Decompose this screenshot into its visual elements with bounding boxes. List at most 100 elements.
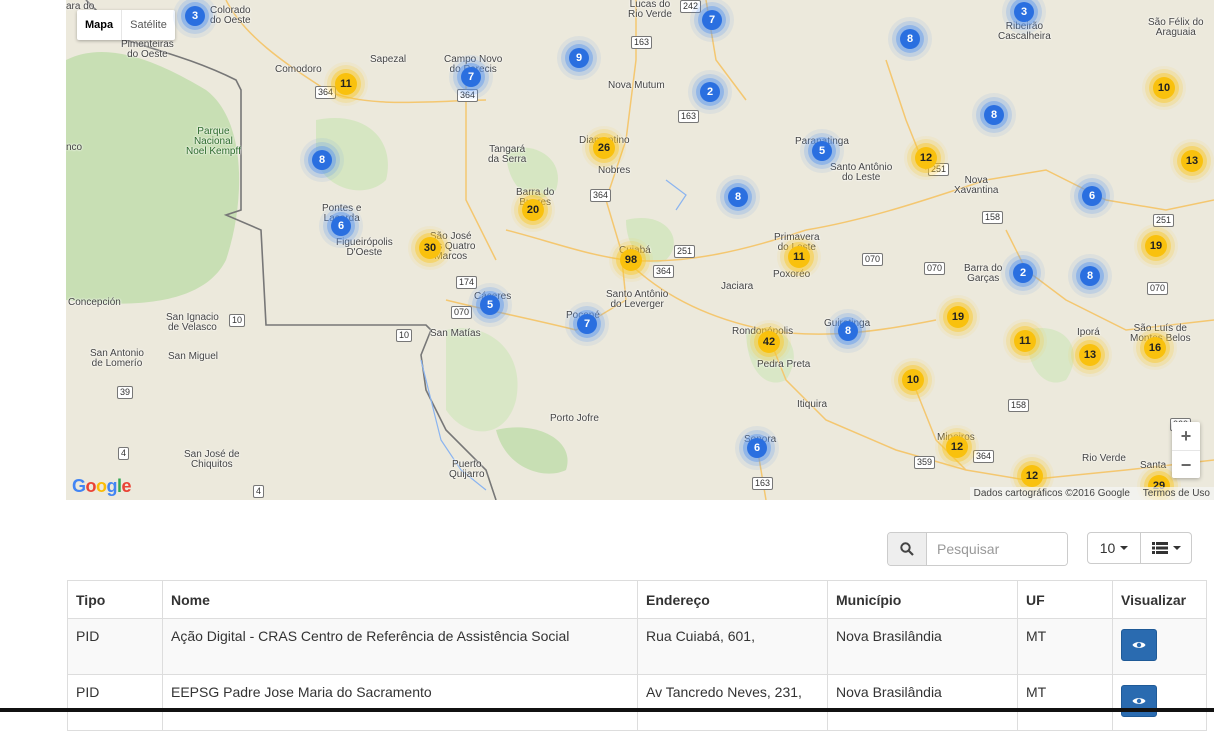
search-group: [887, 532, 1068, 566]
cluster-marker[interactable]: 20: [522, 199, 544, 221]
cluster-marker[interactable]: 6: [747, 438, 767, 458]
view-button[interactable]: [1121, 685, 1157, 717]
cluster-marker[interactable]: 19: [947, 306, 969, 328]
place-label: Rio Verde: [1082, 453, 1126, 464]
place-label: nco: [66, 142, 83, 153]
cell-endereco: Rua Cuiabá, 601,: [637, 618, 828, 675]
cell-uf: MT: [1017, 674, 1113, 731]
map-type-satellite-button[interactable]: Satélite: [121, 10, 175, 40]
cluster-marker[interactable]: 13: [1079, 344, 1101, 366]
cluster-marker[interactable]: 7: [702, 10, 722, 30]
map-type-mapa-button[interactable]: Mapa: [77, 10, 121, 40]
place-label: San Matías: [430, 328, 481, 339]
cluster-marker[interactable]: 12: [915, 147, 937, 169]
road-shield: 070: [451, 306, 473, 319]
place-label: Tangará da Serra: [488, 144, 527, 165]
road-shield: 070: [862, 253, 884, 266]
road-shield: 163: [752, 477, 774, 490]
column-header-endereco[interactable]: Endereço: [637, 580, 828, 619]
cluster-marker[interactable]: 8: [1080, 266, 1100, 286]
place-label: Nobres: [598, 165, 631, 176]
cluster-marker[interactable]: 7: [461, 67, 481, 87]
place-label: San Miguel: [168, 351, 219, 362]
table-row: PID Ação Digital - CRAS Centro de Referê…: [67, 618, 1207, 675]
road-shield: 39: [117, 386, 134, 399]
place-label: Comodoro: [275, 64, 322, 75]
road-shield: 174: [456, 276, 478, 289]
table-row: PID EEPSG Padre Jose Maria do Sacramento…: [67, 674, 1207, 731]
cell-nome: Ação Digital - CRAS Centro de Referência…: [162, 618, 638, 675]
road-shield: 364: [973, 450, 995, 463]
cluster-marker[interactable]: 12: [946, 436, 968, 458]
cluster-marker[interactable]: 26: [593, 137, 615, 159]
cluster-marker[interactable]: 11: [335, 73, 357, 95]
cluster-marker[interactable]: 11: [1014, 330, 1036, 352]
road-shield: 251: [674, 245, 696, 258]
place-label: Santo Antônio do Leste: [830, 162, 893, 183]
cluster-marker[interactable]: 3: [185, 6, 205, 26]
cluster-marker[interactable]: 9: [569, 48, 589, 68]
column-header-visualizar: Visualizar: [1112, 580, 1207, 619]
cell-visualizar: [1112, 674, 1207, 731]
cluster-marker[interactable]: 6: [1082, 186, 1102, 206]
cluster-marker[interactable]: 2: [1013, 263, 1033, 283]
road-shield: 158: [982, 211, 1004, 224]
place-label: Sapezal: [370, 54, 407, 65]
column-header-uf[interactable]: UF: [1017, 580, 1113, 619]
zoom-out-button[interactable]: −: [1172, 450, 1200, 479]
cluster-marker[interactable]: 13: [1181, 150, 1203, 172]
place-label: Concepción: [68, 297, 121, 308]
map[interactable]: Mapa Satélite Colorado do Oeste Pimentei…: [66, 0, 1214, 500]
place-label: Pedra Preta: [757, 359, 811, 370]
cell-municipio: Nova Brasilândia: [827, 618, 1018, 675]
place-label: Itiquira: [797, 399, 828, 410]
cell-endereco: Av Tancredo Neves, 231,: [637, 674, 828, 731]
place-label: Jaciara: [721, 281, 754, 292]
page-size-dropdown[interactable]: 10: [1087, 532, 1141, 564]
cluster-marker[interactable]: 30: [419, 237, 441, 259]
search-input[interactable]: [927, 533, 1067, 565]
cluster-marker[interactable]: 12: [1021, 465, 1043, 487]
columns-dropdown[interactable]: [1140, 532, 1192, 564]
place-label: Porto Jofre: [550, 413, 599, 424]
cluster-marker[interactable]: 16: [1144, 337, 1166, 359]
zoom-in-button[interactable]: +: [1172, 422, 1200, 450]
place-label: Lucas do Rio Verde: [628, 0, 672, 20]
caret-down-icon: [1120, 546, 1129, 550]
page-size-value: 10: [1099, 540, 1116, 556]
terms-link[interactable]: Termos de Uso: [1143, 488, 1210, 499]
cluster-marker[interactable]: 6: [331, 216, 351, 236]
column-header-tipo[interactable]: Tipo: [67, 580, 163, 619]
cluster-marker[interactable]: 98: [620, 249, 642, 271]
eye-icon: [1132, 698, 1146, 704]
cluster-marker[interactable]: 7: [577, 314, 597, 334]
caret-down-icon: [1172, 546, 1181, 550]
cluster-marker[interactable]: 8: [728, 187, 748, 207]
cluster-marker[interactable]: 3: [1014, 2, 1034, 22]
cell-visualizar: [1112, 618, 1207, 675]
view-button[interactable]: [1121, 629, 1157, 661]
cluster-marker[interactable]: 5: [812, 141, 832, 161]
cluster-marker[interactable]: 8: [312, 150, 332, 170]
road-shield: 163: [678, 110, 700, 123]
cluster-marker[interactable]: 10: [1153, 77, 1175, 99]
cell-uf: MT: [1017, 618, 1113, 675]
place-label: San Antonio de Lomerío: [90, 348, 144, 369]
zoom-control[interactable]: + −: [1172, 422, 1200, 478]
place-label: Puerto Quijarro: [449, 459, 485, 480]
cluster-marker[interactable]: 8: [984, 105, 1004, 125]
cluster-marker[interactable]: 8: [838, 321, 858, 341]
place-label: San Ignacio de Velasco: [166, 312, 219, 333]
cluster-marker[interactable]: 42: [758, 331, 780, 353]
cluster-marker[interactable]: 8: [900, 29, 920, 49]
cluster-marker[interactable]: 11: [788, 246, 810, 268]
map-type-control[interactable]: Mapa Satélite: [77, 10, 175, 40]
column-header-nome[interactable]: Nome: [162, 580, 638, 619]
cluster-marker[interactable]: 5: [480, 295, 500, 315]
cluster-marker[interactable]: 2: [700, 82, 720, 102]
cluster-marker[interactable]: 10: [902, 369, 924, 391]
cluster-marker[interactable]: 19: [1145, 235, 1167, 257]
column-header-municipio[interactable]: Município: [827, 580, 1018, 619]
google-logo: Google: [72, 476, 132, 496]
place-label: Nova Xavantina: [954, 175, 999, 196]
